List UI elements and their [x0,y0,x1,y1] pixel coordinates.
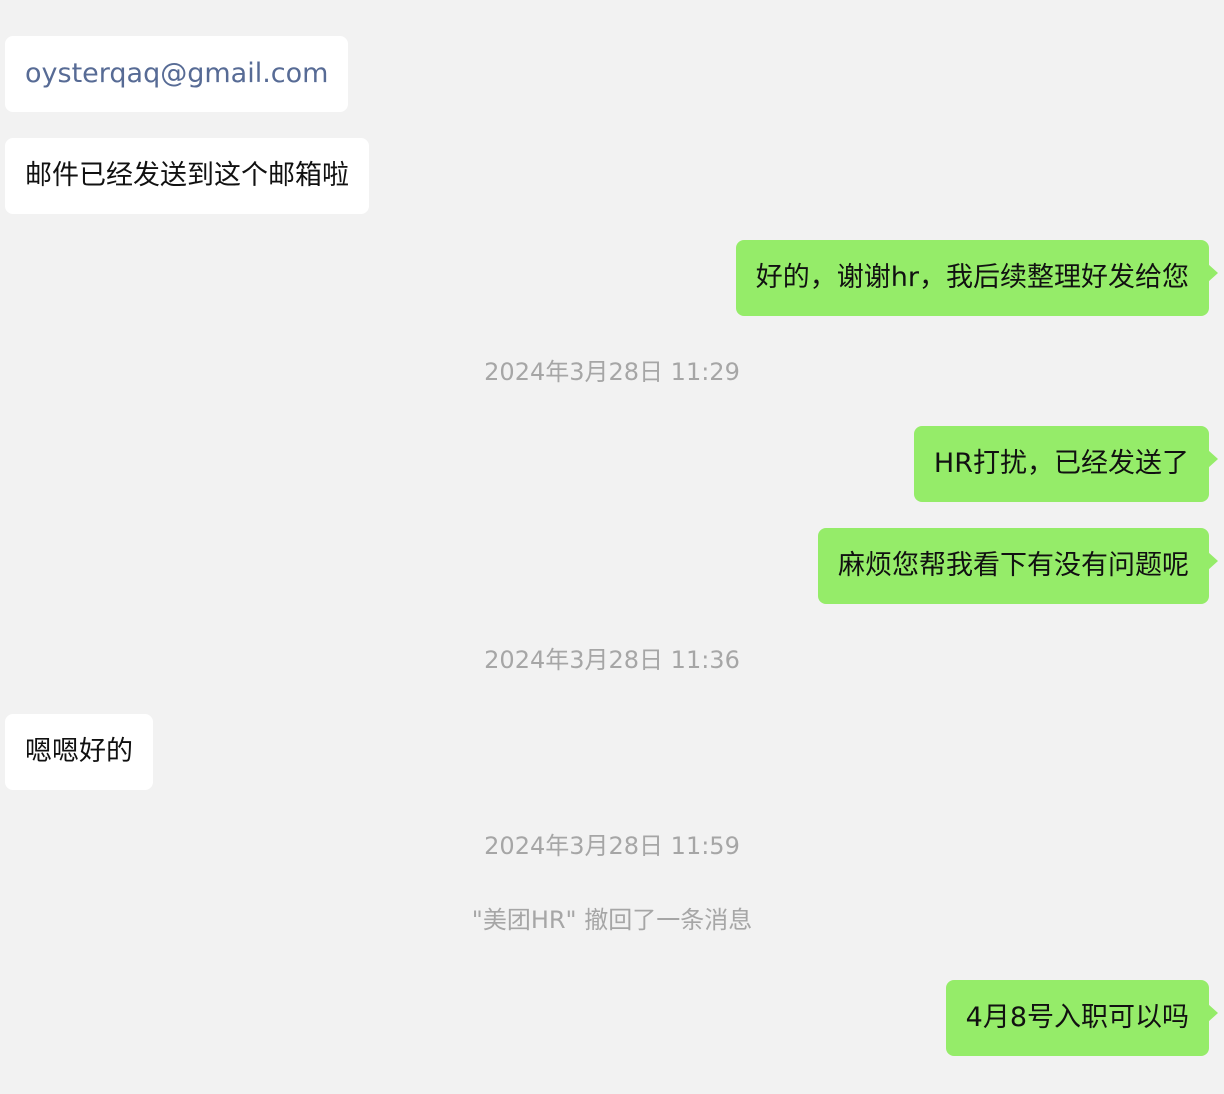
timestamp-divider: 2024年3月28日 11:59 [484,832,740,860]
outgoing-message[interactable]: 麻烦您帮我看下有没有问题呢 [818,528,1218,604]
outgoing-message[interactable]: HR打扰，已经发送了 [913,426,1219,502]
incoming-message-email-link[interactable]: oysterqaq@gmail.com [5,36,349,112]
recall-notice: "美团HR" 撤回了一条消息 [471,906,753,934]
outgoing-message[interactable]: 好的，谢谢hr，我后续整理好发给您 [735,240,1219,316]
incoming-message[interactable]: 邮件已经发送到这个邮箱啦 [5,138,369,214]
timestamp-divider: 2024年3月28日 11:29 [484,358,740,386]
timestamp-divider: 2024年3月28日 11:36 [484,646,740,674]
incoming-message[interactable]: 嗯嗯好的 [5,714,153,790]
chat-message-list[interactable]: oysterqaq@gmail.com 邮件已经发送到这个邮箱啦 好的，谢谢hr… [0,0,1224,1094]
outgoing-message[interactable]: 4月8号入职可以吗 [945,980,1219,1056]
